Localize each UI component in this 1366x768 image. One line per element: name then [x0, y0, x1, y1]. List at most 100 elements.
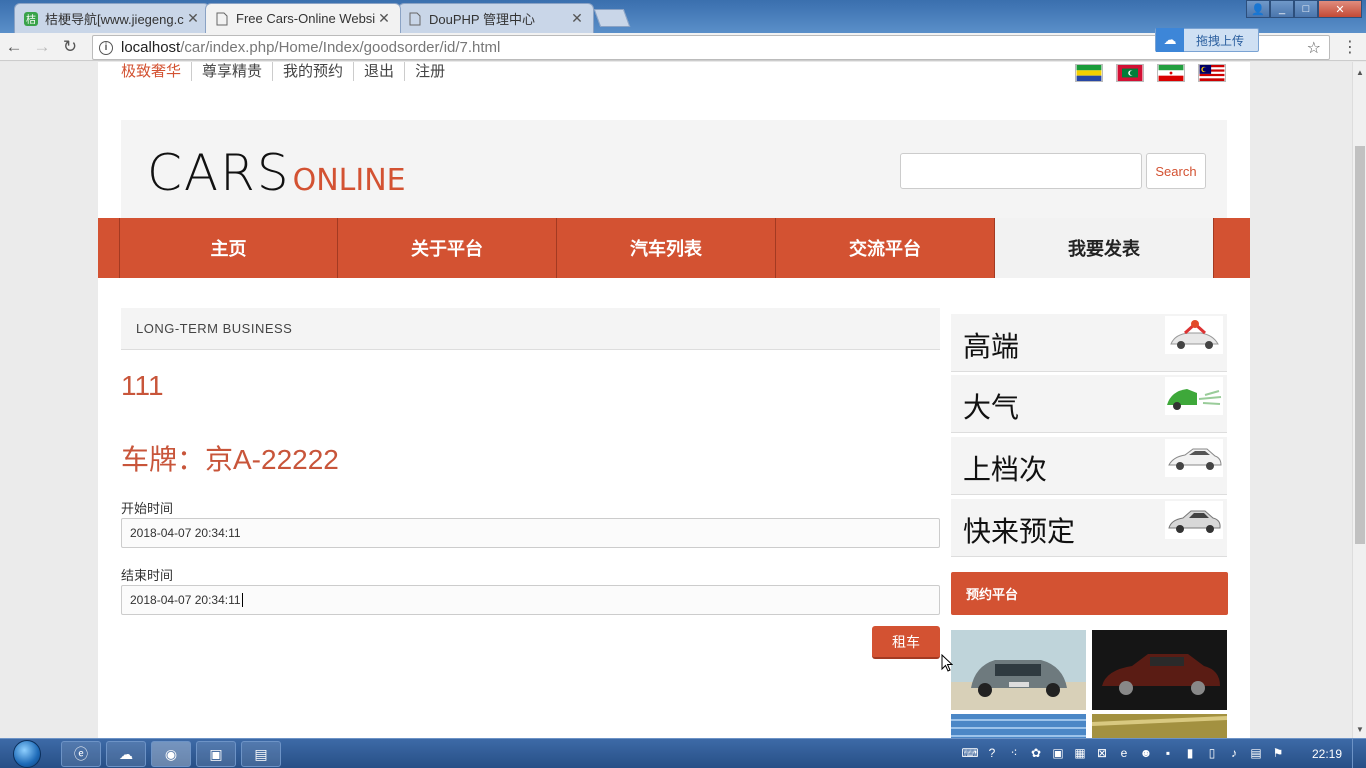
close-window-icon[interactable]: ✕ — [1318, 0, 1362, 18]
page-viewport: 极致奢华 尊享精贵 我的预约 退出 注册 CARS ONLINE Search … — [0, 62, 1352, 738]
taskbar-app-icon[interactable]: ▣ — [196, 741, 236, 767]
top-links: 极致奢华 尊享精贵 我的预约 退出 注册 — [121, 62, 455, 81]
toplink-my-bookings[interactable]: 我的预约 — [273, 62, 355, 81]
minimize-icon[interactable]: _ — [1270, 0, 1294, 18]
forward-icon[interactable]: → — [28, 37, 56, 57]
qq-icon[interactable]: ☻ — [1138, 745, 1154, 761]
network-icon[interactable]: ▮ — [1182, 745, 1198, 761]
nav-about[interactable]: 关于平台 — [338, 218, 557, 278]
page-icon — [407, 11, 423, 27]
tab-title: Free Cars-Online Websi — [236, 11, 376, 26]
close-tab-icon[interactable]: ✕ — [376, 10, 392, 27]
upload-label: 拖拽上传 — [1196, 33, 1245, 48]
close-tab-icon[interactable]: ✕ — [185, 10, 201, 27]
search-input[interactable] — [900, 153, 1142, 189]
scroll-down-icon[interactable]: ▼ — [1353, 725, 1366, 734]
windows-logo-icon — [13, 740, 41, 768]
address-bar[interactable]: i localhost/car/index.php/Home/Index/goo… — [92, 35, 1330, 60]
toplink-logout[interactable]: 退出 — [354, 62, 406, 81]
sidebar-card-book-now[interactable]: 快来预定 — [951, 499, 1227, 557]
close-tab-icon[interactable]: ✕ — [569, 10, 585, 27]
maximize-icon[interactable]: □ — [1294, 0, 1318, 18]
rent-button[interactable]: 租车 — [872, 626, 940, 659]
help-icon[interactable]: ? — [984, 745, 1000, 761]
tab-title: 桔梗导航[www.jiegeng.c — [45, 12, 184, 27]
car-photo-yellow-interior[interactable] — [1092, 714, 1227, 738]
show-desktop-button[interactable] — [1352, 739, 1366, 768]
volume-icon[interactable]: ♪ — [1226, 745, 1242, 761]
taskbar-folder-icon[interactable]: ▤ — [241, 741, 281, 767]
section-title: LONG-TERM BUSINESS — [121, 308, 940, 350]
nav-home[interactable]: 主页 — [119, 218, 338, 278]
tray-app-icon[interactable]: ▣ — [1050, 745, 1066, 761]
sidebar-card-classy[interactable]: 上档次 — [951, 437, 1227, 495]
end-time-field[interactable]: 2018-04-07 20:34:11 — [121, 585, 940, 615]
toplink-register[interactable]: 注册 — [405, 62, 455, 81]
tray-box-icon[interactable]: ▪ — [1160, 745, 1176, 761]
info-icon[interactable]: i — [99, 40, 113, 55]
input-icon[interactable]: ⁖ — [1006, 745, 1022, 761]
card-label: 大气 — [963, 392, 1020, 423]
logo-sub-text: ONLINE — [292, 163, 406, 198]
new-tab-button[interactable] — [593, 9, 631, 27]
reload-icon[interactable]: ↻ — [56, 37, 84, 57]
site-logo[interactable]: CARS ONLINE — [147, 144, 406, 202]
bookmark-star-icon[interactable]: ☆ — [1307, 38, 1321, 58]
sidebar-card-grand[interactable]: 大气 — [951, 375, 1227, 433]
taskbar-chrome-icon[interactable]: ◉ — [151, 741, 191, 767]
start-time-label: 开始时间 — [121, 501, 174, 516]
language-flags — [1075, 64, 1226, 82]
white-sedan-thumb-icon — [1165, 439, 1223, 477]
logo-main-text: CARS — [147, 144, 291, 202]
mouse-cursor-icon — [941, 654, 953, 672]
user-icon[interactable]: 👤 — [1246, 0, 1270, 18]
site-header: CARS ONLINE Search — [121, 120, 1227, 218]
xampp-icon[interactable]: ⊠ — [1094, 745, 1110, 761]
scrollbar-thumb[interactable] — [1355, 146, 1365, 544]
car-photo-silver-coupe[interactable] — [951, 630, 1086, 710]
maldives-flag-icon[interactable] — [1116, 64, 1144, 82]
car-photo-blue-building[interactable] — [951, 714, 1086, 738]
tab-cars-online[interactable]: Free Cars-Online Websi ✕ — [205, 3, 401, 33]
toplink-luxury[interactable]: 极致奢华 — [121, 62, 193, 81]
taskbar-browser-green-icon[interactable]: ⓔ — [61, 741, 101, 767]
window-controls: 👤 _ □ ✕ — [1246, 0, 1362, 18]
back-icon[interactable]: ← — [0, 37, 28, 57]
sidebar-card-highend[interactable]: 高端 — [951, 314, 1227, 372]
ie-icon[interactable]: e — [1116, 745, 1132, 761]
red-car-gift-thumb-icon — [1165, 316, 1223, 354]
car-name: 111 — [121, 370, 164, 401]
nav-publish[interactable]: 我要发表 — [995, 218, 1214, 278]
scroll-up-icon[interactable]: ▲ — [1353, 68, 1366, 77]
start-time-field[interactable]: 2018-04-07 20:34:11 — [121, 518, 940, 548]
nav-car-list[interactable]: 汽车列表 — [557, 218, 776, 278]
start-button[interactable] — [8, 739, 46, 768]
iran-flag-icon[interactable] — [1157, 64, 1185, 82]
license-plate: 车牌：京A-22222 — [121, 444, 339, 475]
card-label: 上档次 — [963, 454, 1048, 485]
url-path: /car/index.php/Home/Index/goodsorder/id/… — [180, 39, 501, 56]
taskbar-cloud-icon[interactable]: ☁ — [106, 741, 146, 767]
car-photo-red-sedan[interactable] — [1092, 630, 1227, 710]
system-clock[interactable]: 22:19 — [1312, 747, 1342, 761]
booking-platform-header[interactable]: 预约平台 — [951, 572, 1228, 615]
nav-forum[interactable]: 交流平台 — [776, 218, 995, 278]
search-button[interactable]: Search — [1146, 153, 1206, 189]
page-scrollbar[interactable]: ▲ ▼ — [1352, 62, 1366, 738]
tab-jiegeng[interactable]: 桔 桔梗导航[www.jiegeng.c ✕ — [14, 3, 210, 33]
green-car-thumb-icon — [1165, 377, 1223, 415]
flag-icon[interactable]: ⚑ — [1270, 745, 1286, 761]
toplink-premium[interactable]: 尊享精贵 — [192, 62, 274, 81]
keyboard-icon[interactable]: ⌨ — [961, 745, 978, 761]
tab-title: DouPHP 管理中心 — [429, 12, 535, 27]
os-taskbar: ⓔ ☁ ◉ ▣ ▤ ⌨ ? ⁖ ✿ ▣ ▦ ⊠ e ☻ ▪ ▮ ▯ ♪ ▤ ⚑ … — [0, 738, 1366, 768]
tray-device-icon[interactable]: ▯ — [1204, 745, 1220, 761]
flower-icon[interactable]: ✿ — [1028, 745, 1044, 761]
tray-phone-icon[interactable]: ▤ — [1248, 745, 1264, 761]
drag-upload-button[interactable]: ☁ 拖拽上传 — [1155, 28, 1259, 52]
tray-app2-icon[interactable]: ▦ — [1072, 745, 1088, 761]
gabon-flag-icon[interactable] — [1075, 64, 1103, 82]
malaysia-flag-icon[interactable] — [1198, 64, 1226, 82]
menu-icon[interactable]: ⋮ — [1342, 37, 1358, 57]
tab-douphp[interactable]: DouPHP 管理中心 ✕ — [398, 3, 594, 33]
